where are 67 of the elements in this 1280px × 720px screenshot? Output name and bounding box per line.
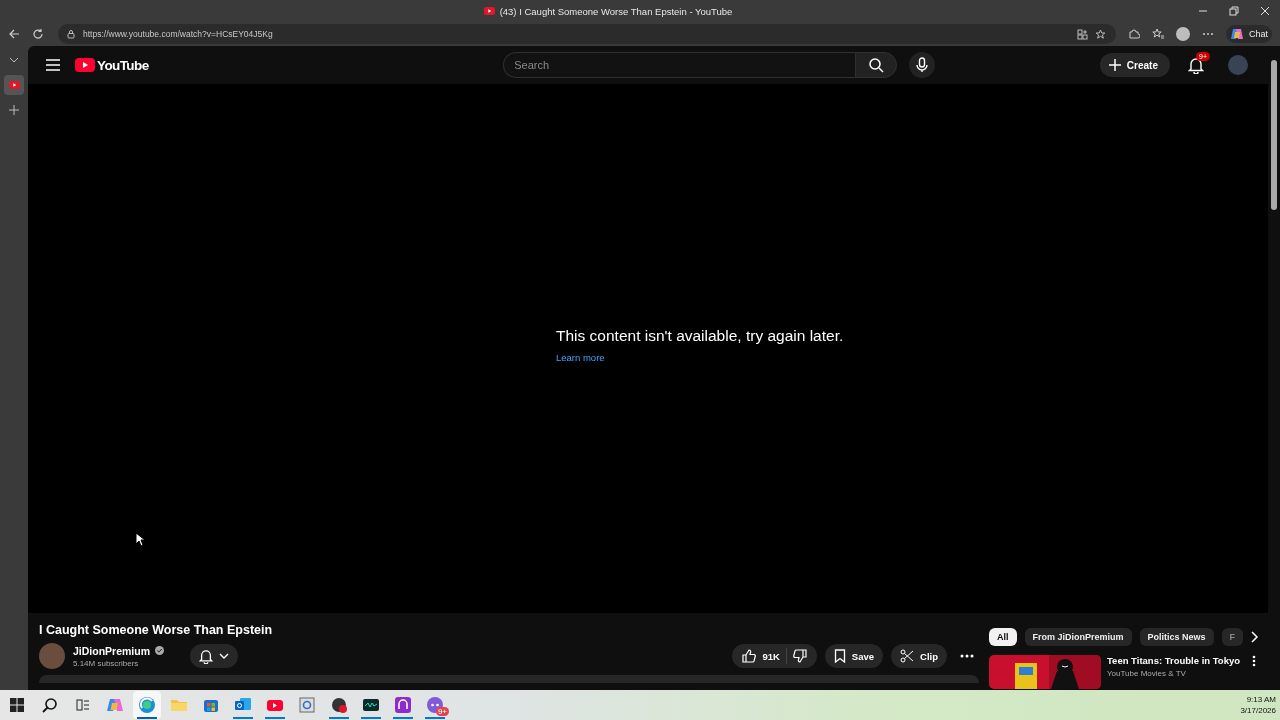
favorites-icon[interactable] bbox=[1152, 28, 1164, 40]
lock-icon bbox=[66, 29, 76, 39]
youtube-icon bbox=[483, 7, 495, 15]
copilot-icon bbox=[1230, 27, 1244, 41]
chat-button[interactable]: Chat bbox=[1226, 25, 1272, 43]
taskbar-button[interactable]: 9+ bbox=[421, 691, 449, 719]
clock-time[interactable]: 9:13 AM bbox=[1246, 695, 1276, 704]
youtube-icon bbox=[8, 81, 20, 89]
clip-button[interactable]: Clip bbox=[891, 644, 947, 668]
address-bar[interactable]: https://www.youtube.com/watch?v=HCsEY04J5Kg bbox=[58, 24, 1116, 44]
channel-name[interactable]: JiDionPremium bbox=[73, 644, 151, 657]
channel-avatar[interactable] bbox=[39, 643, 65, 669]
apps-icon[interactable] bbox=[1077, 28, 1088, 40]
filter-chip[interactable]: Politics News bbox=[1139, 628, 1214, 646]
window-title: (43) I Caught Someone Worse Than Epstein - YouTube bbox=[499, 5, 733, 17]
refresh-icon[interactable] bbox=[32, 28, 44, 40]
search-button[interactable] bbox=[855, 52, 898, 78]
learn-more-link[interactable]: Learn more bbox=[556, 352, 605, 363]
chevron-down-icon bbox=[219, 651, 230, 661]
clock-date[interactable]: 3/17/2026 bbox=[1240, 706, 1276, 715]
channel-name: YouTube Movies & TV bbox=[1107, 669, 1187, 678]
thumbs-down-icon bbox=[792, 649, 807, 663]
recorder-icon bbox=[330, 696, 348, 714]
taskbar-badge: 9+ bbox=[435, 707, 449, 716]
bell-icon bbox=[199, 648, 214, 664]
headset-icon bbox=[394, 696, 412, 714]
search-field[interactable]: Search bbox=[503, 52, 856, 78]
subscription-button[interactable] bbox=[190, 644, 239, 668]
scissors-icon bbox=[900, 649, 915, 663]
youtube-logo[interactable]: YouTube bbox=[75, 57, 149, 73]
search-icon[interactable] bbox=[42, 697, 58, 713]
profile-avatar[interactable] bbox=[1176, 27, 1190, 41]
filter-chip[interactable]: From JiDionPremium bbox=[1024, 628, 1132, 646]
microphone-button[interactable] bbox=[909, 52, 936, 78]
task-view-icon[interactable] bbox=[76, 698, 90, 712]
microphone-icon bbox=[915, 57, 930, 73]
video-title[interactable]: Teen Titans: Trouble in Tokyo bbox=[1107, 655, 1246, 666]
browser-icon bbox=[138, 696, 156, 714]
close-icon[interactable] bbox=[1260, 6, 1270, 16]
youtube-icon bbox=[75, 58, 95, 72]
create-button[interactable]: Create bbox=[1099, 53, 1170, 77]
plus-icon bbox=[1108, 59, 1121, 71]
start-icon[interactable] bbox=[10, 698, 24, 712]
star-icon[interactable] bbox=[1095, 28, 1106, 40]
more-icon bbox=[960, 654, 974, 658]
taskbar-button[interactable] bbox=[133, 691, 161, 719]
copilot-icon bbox=[106, 696, 124, 714]
thumbs-up-icon bbox=[742, 649, 757, 663]
url-text: https://www.youtube.com/watch?v=HCsEY04J5Kg bbox=[83, 29, 273, 39]
error-message: This content isn't available, try again later. bbox=[556, 327, 844, 345]
search-icon bbox=[868, 57, 885, 73]
chevron-right-icon[interactable] bbox=[1251, 631, 1260, 643]
bookmark-icon bbox=[833, 649, 846, 663]
waveform-icon bbox=[362, 696, 380, 714]
app-icon bbox=[298, 696, 316, 714]
more-icon[interactable] bbox=[1252, 655, 1256, 667]
cursor-icon bbox=[135, 532, 145, 547]
menu-icon[interactable] bbox=[45, 58, 61, 72]
new-tab-icon[interactable] bbox=[8, 104, 20, 116]
restore-icon[interactable] bbox=[1229, 6, 1239, 16]
filter-chip[interactable]: F bbox=[1221, 628, 1244, 646]
video-title: I Caught Someone Worse Than Epstein bbox=[39, 623, 274, 637]
scrollbar[interactable] bbox=[1268, 46, 1280, 690]
subscriber-count: 5.14M subscribers bbox=[73, 658, 140, 668]
save-button[interactable]: Save bbox=[824, 644, 884, 668]
back-icon[interactable] bbox=[8, 28, 20, 40]
filter-chip[interactable]: All bbox=[989, 628, 1017, 646]
